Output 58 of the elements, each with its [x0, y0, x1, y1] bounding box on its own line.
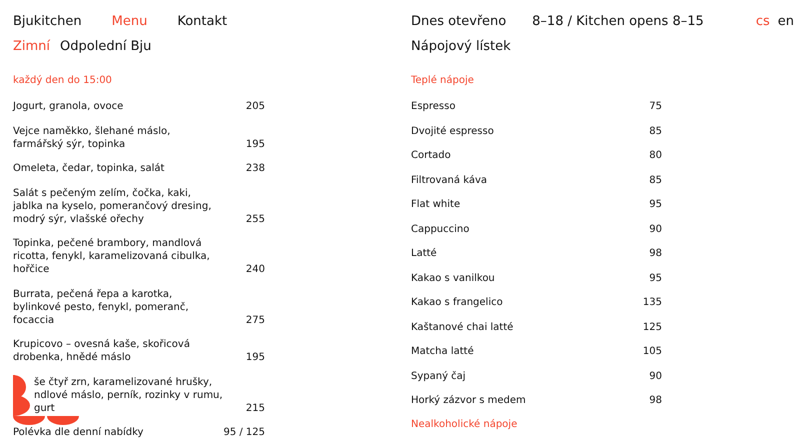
- menu-item-name: Salát s pečeným zelím, čočka, kaki, jablka na kyselo, pomerančový dresing, modrý sýr, vlašské ořechy: [13, 186, 212, 226]
- menu-item-price: 238: [246, 162, 265, 175]
- menu-item-price: 215: [246, 402, 265, 414]
- nav-link[interactable]: Kontakt: [177, 14, 228, 28]
- menu-item-price: 85: [649, 124, 662, 138]
- menu-item-name: Cortado: [411, 149, 452, 162]
- opening-hours: 8–18 / Kitchen opens 8–15: [532, 14, 704, 28]
- menu-item-price: 205: [246, 100, 265, 113]
- menu-item-name: Sypaný čaj: [411, 370, 467, 382]
- language-link[interactable]: en: [778, 14, 794, 28]
- menu-item-price: 105: [642, 345, 662, 358]
- menu-tab[interactable]: Zimní: [13, 38, 50, 54]
- menu-item-price: 255: [246, 212, 265, 226]
- menu-item-price: 75: [649, 100, 662, 113]
- menu-item-price: 90: [649, 222, 662, 236]
- menu-tab[interactable]: Odpolední Bju: [60, 38, 152, 54]
- opening-label: Dnes otevřeno: [411, 14, 506, 28]
- nav-link[interactable]: Bjukitchen: [13, 14, 82, 28]
- menu-item-name: Matcha latté: [411, 345, 475, 358]
- language-link[interactable]: cs: [756, 14, 770, 28]
- menu-item-price: 98: [649, 247, 662, 260]
- menu-item-name: Kakao s frangelico: [411, 296, 504, 309]
- menu-item-name: Dvojité espresso: [411, 124, 495, 138]
- menu-item-name: Polévka dle denní nabídky: [13, 426, 144, 439]
- logo-half-circles-icon: [13, 416, 79, 425]
- menu-item-price: 240: [246, 263, 265, 276]
- menu-item-name: Jogurt, granola, ovoce: [13, 100, 124, 113]
- menu-item-name: Burrata, pečená řepa a karotka, bylinkové pesto, fenykl, pomeranč, focaccia: [13, 288, 190, 326]
- menu-item-price: 95: [649, 198, 662, 211]
- section-heading: Nealkoholické nápoje: [411, 418, 518, 432]
- menu-item-name: še čtyř zrn, karamelizované hrušky, ndlové máslo, perník, rozinky v rumu, gurt: [34, 376, 223, 414]
- menu-item-name: Espresso: [411, 100, 456, 113]
- menu-item-price: 125: [642, 320, 662, 334]
- section-heading: Teplé nápoje: [411, 75, 475, 88]
- menu-item-price: 90: [649, 370, 662, 382]
- serving-note: každý den do 15:00: [13, 75, 113, 88]
- nav-link[interactable]: Menu: [112, 14, 148, 28]
- menu-item-price: 95 / 125: [223, 426, 265, 439]
- menu-item-price: 275: [246, 314, 265, 326]
- menu-item-price: 85: [649, 174, 662, 186]
- menu-item-price: 95: [649, 272, 662, 284]
- menu-item-name: Krupicovo – ovesná kaše, skořicová drobenka, hnědé máslo: [13, 338, 191, 364]
- drinks-title: Nápojový lístek: [411, 38, 511, 54]
- menu-item-name: Omeleta, čedar, topinka, salát: [13, 162, 166, 175]
- menu-item-name: Latté: [411, 247, 438, 260]
- menu-item-name: Horký zázvor s medem: [411, 394, 527, 407]
- menu-item-name: Flat white: [411, 198, 462, 211]
- menu-item-price: 135: [642, 296, 662, 309]
- menu-item-price: 195: [246, 351, 265, 364]
- menu-item-name: Kaštanové chai latté: [411, 320, 514, 334]
- menu-item-name: Topinka, pečené brambory, mandlová ricotta, fenykl, karamelizovaná cibulka, hořčice: [13, 237, 211, 276]
- menu-item-name: Vejce naměkko, šlehané máslo, farmářský sýr, topinka: [13, 124, 172, 150]
- menu-item-name: Cappuccino: [411, 222, 470, 236]
- menu-item-name: Kakao s vanilkou: [411, 272, 496, 284]
- menu-item-price: 195: [246, 138, 265, 150]
- menu-item-price: 98: [649, 394, 662, 407]
- menu-item-price: 80: [649, 149, 662, 162]
- menu-item-name: Filtrovaná káva: [411, 174, 488, 186]
